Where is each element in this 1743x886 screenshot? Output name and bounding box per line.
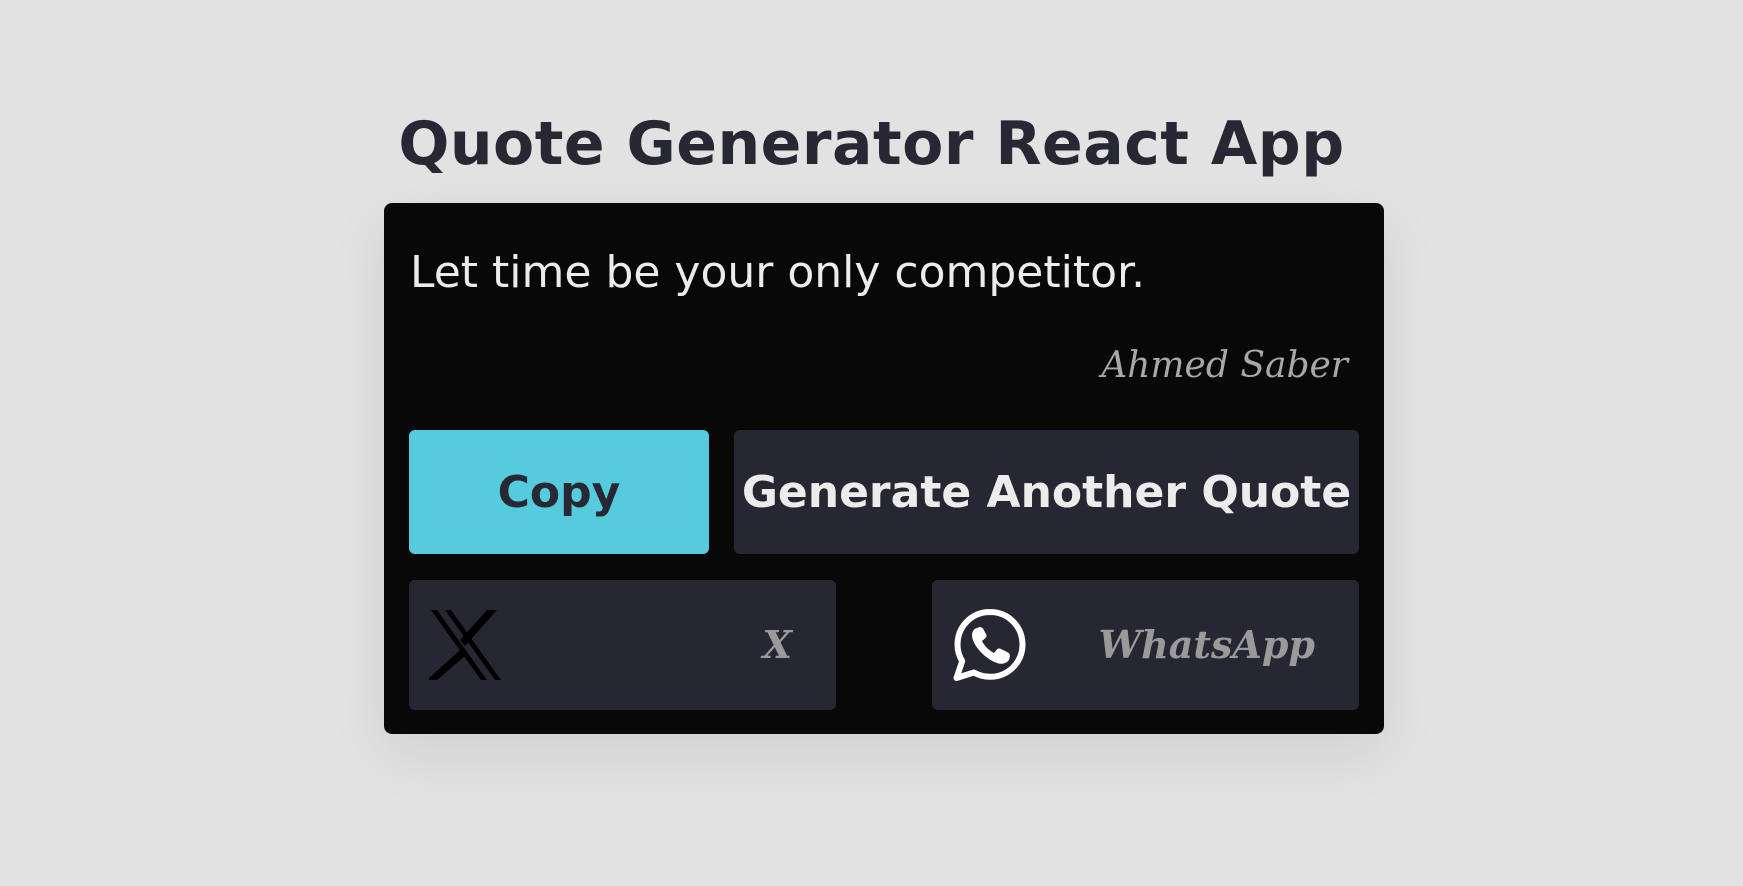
share-on-x-button[interactable]: X (409, 580, 836, 710)
share-whatsapp-label: WhatsApp (1098, 622, 1316, 667)
share-x-label: X (762, 622, 792, 667)
generate-quote-button[interactable]: Generate Another Quote (734, 430, 1359, 554)
share-on-whatsapp-button[interactable]: WhatsApp (932, 580, 1359, 710)
quote-text: Let time be your only competitor. (410, 247, 1146, 298)
whatsapp-icon (953, 609, 1026, 681)
page-title: Quote Generator React App (398, 109, 1345, 179)
x-logo-icon (429, 610, 501, 680)
copy-button[interactable]: Copy (409, 430, 709, 554)
quote-author: Ahmed Saber (1101, 345, 1348, 386)
quote-card: Let time be your only competitor. Ahmed … (384, 203, 1384, 734)
